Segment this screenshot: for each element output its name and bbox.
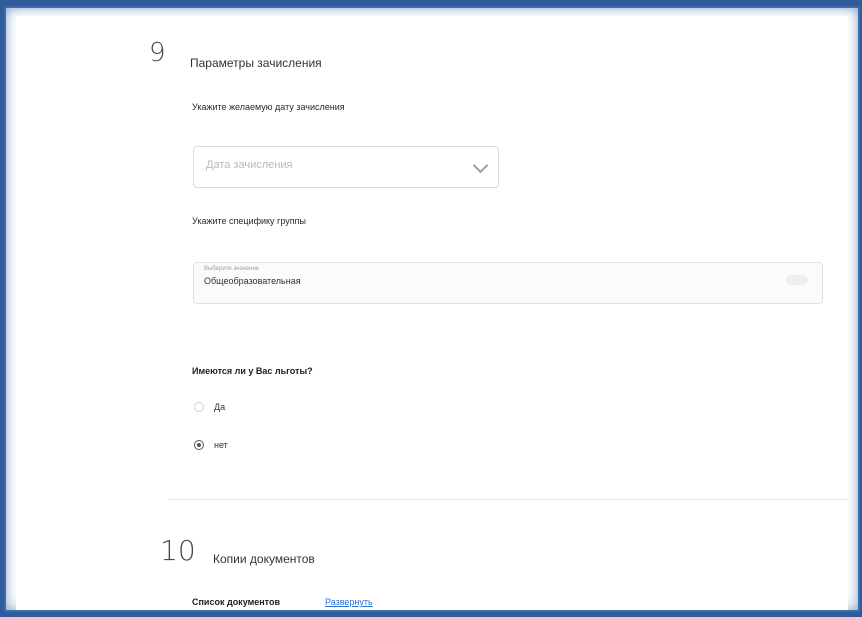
enrollment-date-placeholder: Дата зачисления bbox=[206, 159, 293, 171]
enrollment-date-label: Укажите желаемую дату зачисления bbox=[192, 102, 345, 112]
step-10-title: Копии документов bbox=[213, 552, 315, 566]
benefits-question: Имеются ли у Вас льготы? bbox=[192, 366, 313, 376]
radio-no-label: нет bbox=[214, 440, 228, 450]
screenshot-frame: 9 Параметры зачисления Укажите желаемую … bbox=[4, 6, 860, 612]
documents-list-label: Список документов bbox=[192, 597, 280, 607]
step-9-title: Параметры зачисления bbox=[190, 56, 322, 70]
step-10-number: 10 bbox=[160, 534, 196, 567]
step-9-number: 9 bbox=[149, 38, 166, 68]
section-divider bbox=[168, 499, 848, 500]
expand-documents-link[interactable]: Развернуть bbox=[325, 597, 373, 607]
group-specifics-select[interactable]: Выберите значение Общеобразовательная bbox=[193, 262, 823, 304]
benefits-option-no[interactable]: нет bbox=[194, 440, 228, 450]
chevron-down-icon bbox=[472, 157, 489, 174]
group-field-value: Общеобразовательная bbox=[204, 276, 301, 286]
form-page: 9 Параметры зачисления Укажите желаемую … bbox=[16, 16, 848, 610]
benefits-option-yes[interactable]: Да bbox=[194, 402, 225, 412]
radio-yes[interactable] bbox=[194, 402, 204, 412]
radio-no[interactable] bbox=[194, 440, 204, 450]
enrollment-date-select[interactable]: Дата зачисления bbox=[193, 146, 499, 188]
radio-yes-label: Да bbox=[214, 402, 226, 412]
clear-icon[interactable] bbox=[786, 275, 808, 285]
group-field-float-label: Выберите значение bbox=[204, 266, 260, 272]
group-specifics-label: Укажите специфику группы bbox=[192, 216, 306, 226]
